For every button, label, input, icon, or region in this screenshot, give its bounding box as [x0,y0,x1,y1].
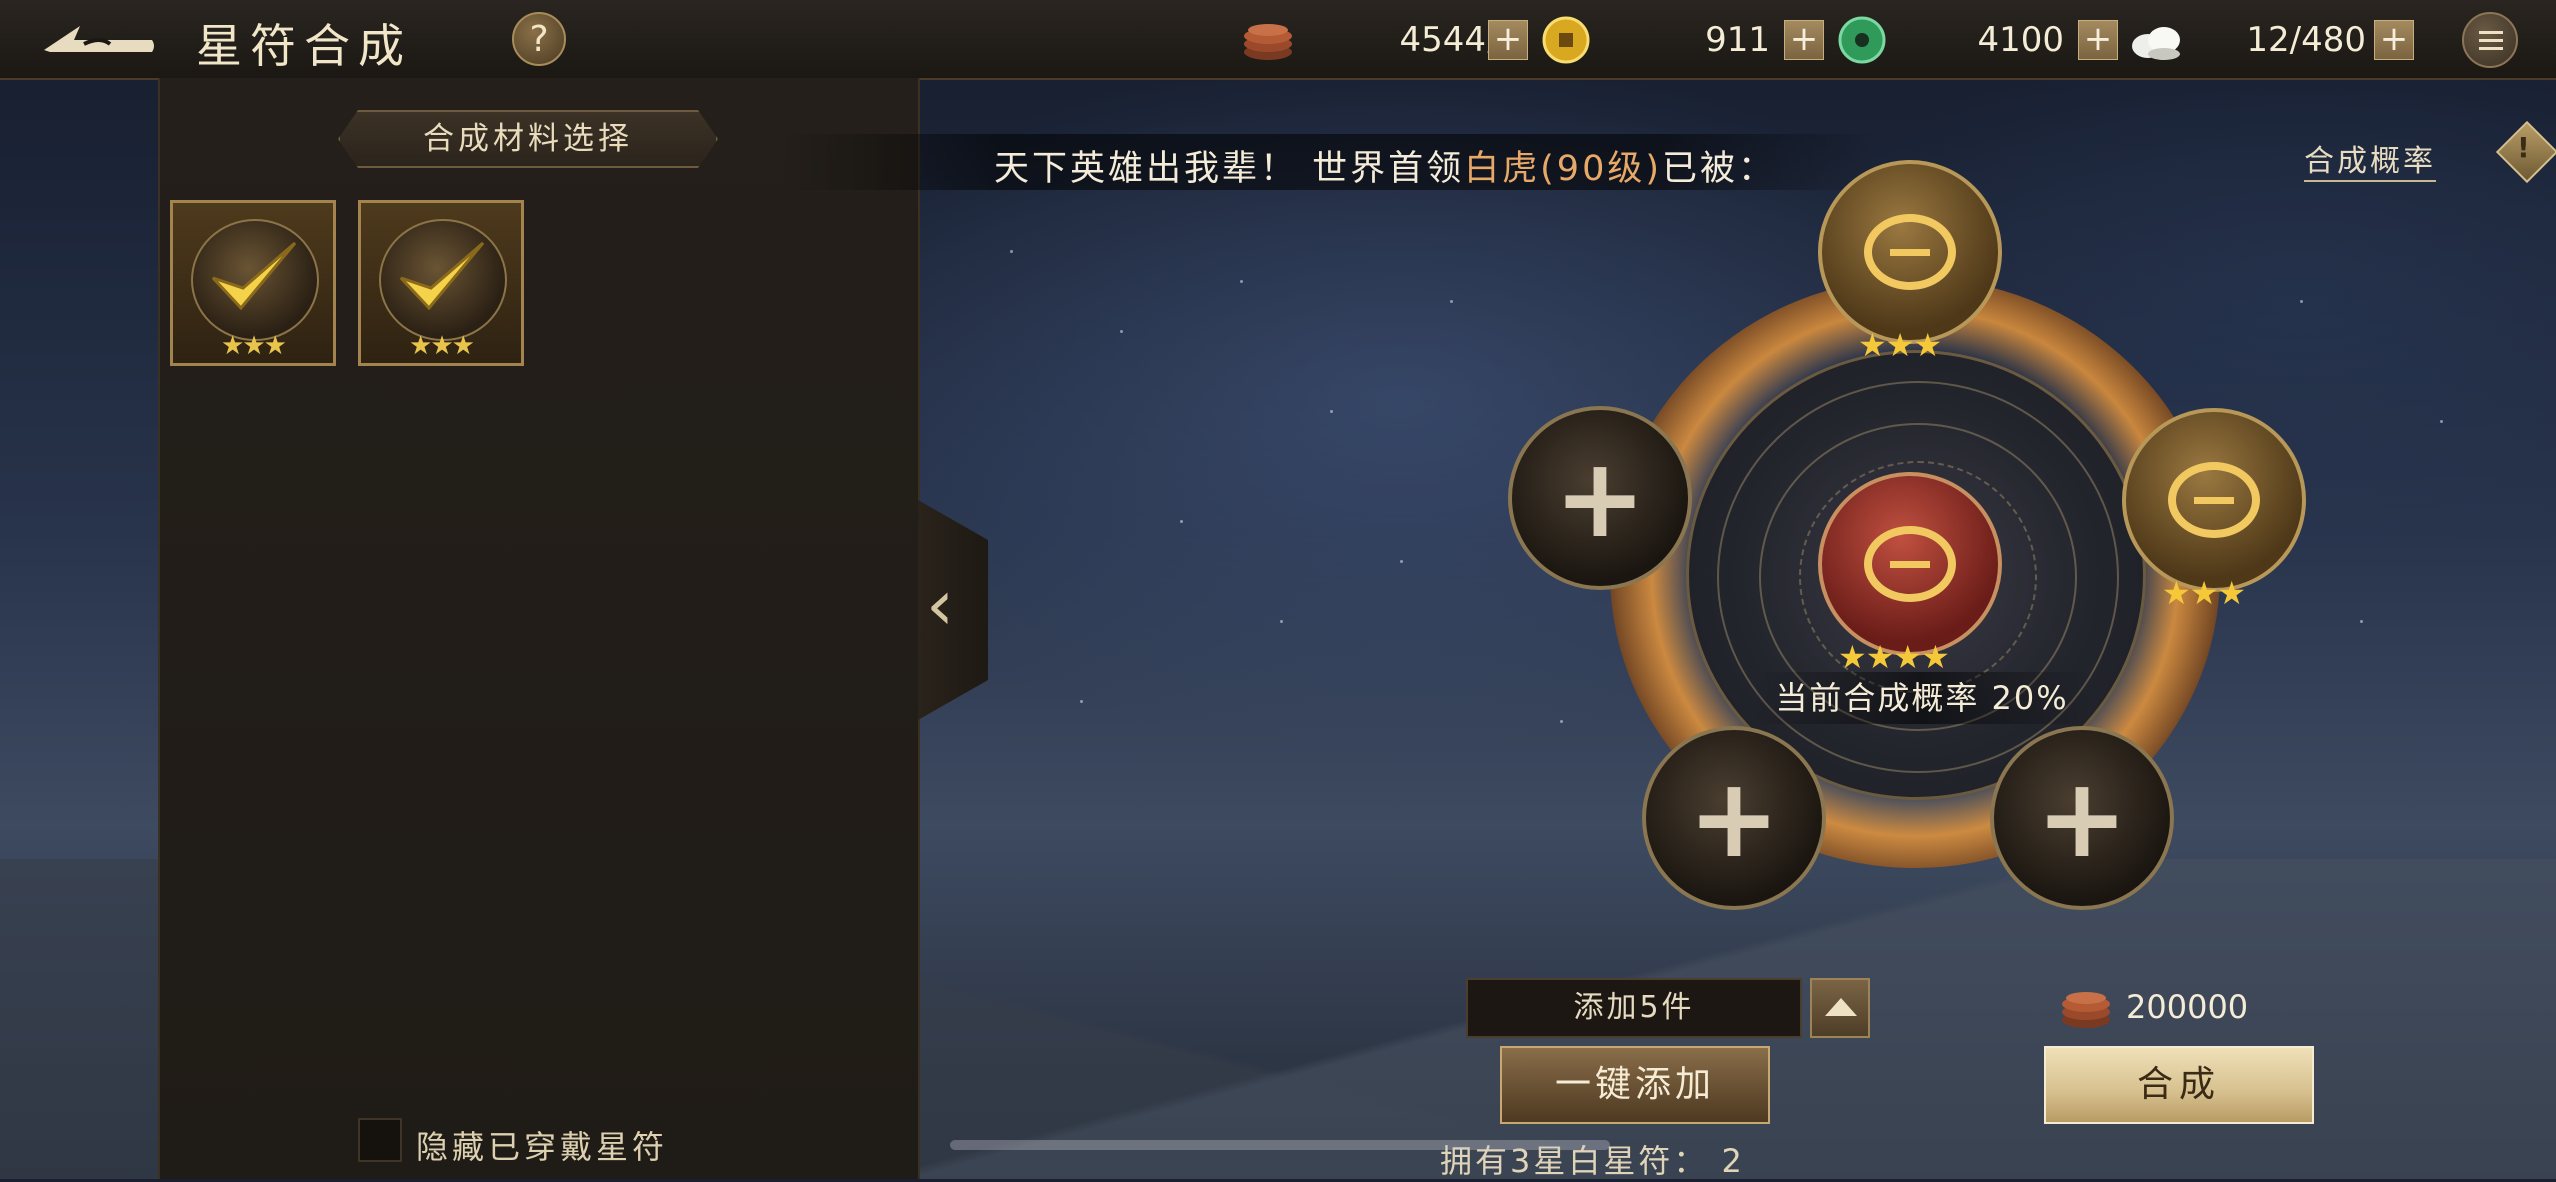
back-button[interactable] [40,14,160,64]
slot-right-stars: ★★★ [2162,574,2246,612]
result-stars: ★★★★ [1838,638,1950,676]
white-steamed-bun-icon [2132,27,2180,60]
world-announcement: 天下英雄出我辈！ 世界首领白虎(90级)已被： [780,134,1880,190]
material-slot[interactable]: ★★★ [358,200,524,366]
chevron-left-icon: ‹ [926,564,954,646]
add-count-toggle[interactable] [1810,978,1870,1038]
menu-icon [2479,31,2503,34]
checkmark-icon [211,241,297,311]
gold-value: 911 [1705,20,1770,60]
quick-add-button[interactable]: 一键添加 [1500,1046,1770,1124]
caret-up-icon [1825,998,1857,1016]
jade-disc-icon [1838,16,1886,64]
menu-button[interactable] [2462,12,2518,68]
add-copper-button[interactable]: + [1488,20,1528,60]
announcement-prefix: 天下英雄出我辈！ 世界首领 [994,149,1465,189]
gold-coin-icon [1542,16,1590,64]
star-rune-icon [2168,462,2260,538]
help-button[interactable]: ? [512,12,566,66]
exclamation-icon: ! [2516,131,2530,165]
synthesis-rate-link[interactable]: 合成概率 [2304,136,2436,182]
plus-icon: + [1687,754,1781,882]
synthesis-slot-right[interactable] [2122,408,2306,592]
resource-gold: 911 + [1538,16,1838,64]
copper-value: 4544万 [1399,20,1520,60]
add-count-select[interactable]: 添加5件 [1466,978,1802,1038]
checkmark-icon [399,241,485,311]
plus-icon: + [2035,754,2129,882]
current-synthesis-rate: 当前合成概率 20% [1752,672,2092,724]
synthesis-result-slot[interactable] [1818,472,2002,656]
back-arrow-icon [44,26,154,52]
scrollbar[interactable] [950,1140,1610,1150]
synthesis-slot-bottom-left-empty[interactable]: + [1642,726,1826,910]
synthesis-slot-bottom-right-empty[interactable]: + [1990,726,2174,910]
plus-icon: + [1553,434,1647,562]
hide-equipped-label: 隐藏已穿戴星符 [416,1128,669,1166]
slot-top-stars: ★★★ [1858,326,1942,364]
add-stamina-button[interactable]: + [2374,20,2414,60]
star-rune-icon [1864,526,1956,602]
add-jade-button[interactable]: + [2078,20,2118,60]
synthesis-slot-left-empty[interactable]: + [1508,406,1692,590]
top-bar: 星符合成 ? 4544万 + 911 + 4100 + 12/480 + [0,0,2556,80]
material-panel-header: 合成材料选择 [338,110,718,168]
jade-value: 4100 [1977,20,2064,60]
resource-copper: 4544万 + [1240,18,1560,62]
stamina-value: 12/480 [2246,20,2366,60]
hide-equipped-checkbox[interactable] [358,1118,402,1162]
material-stars: ★★★ [221,331,287,361]
material-slot[interactable]: ★★★ [170,200,336,366]
synthesis-slot-top[interactable] [1818,160,2002,344]
cost-value: 200000 [2126,988,2249,1026]
star-rune-icon [1864,214,1956,290]
announcement-suffix: 已被： [1662,149,1777,189]
copper-coin-stack-icon [1244,24,1292,60]
synthesize-button[interactable]: 合成 [2044,1046,2314,1124]
resource-stamina: 12/480 + [2128,18,2428,62]
announcement-highlight: 白虎(90级) [1464,149,1662,189]
material-stars: ★★★ [409,331,475,361]
material-panel: 合成材料选择 ★★★ ★★★ 隐藏已穿戴星符 [158,78,920,1179]
page-title: 星符合成 [196,19,412,73]
copper-coin-stack-icon [2062,992,2110,1028]
resource-jade: 4100 + [1834,16,2134,64]
add-gold-button[interactable]: + [1784,20,1824,60]
